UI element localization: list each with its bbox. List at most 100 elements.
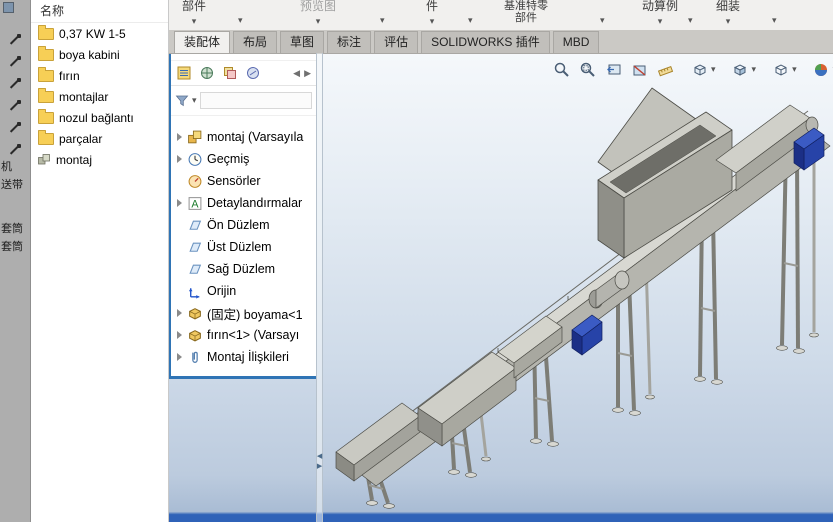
tree-item-annotations[interactable]: A Detaylandırmalar: [171, 192, 316, 214]
docked-tab-label[interactable]: 套筒: [1, 220, 29, 236]
pin-icon[interactable]: [8, 33, 21, 46]
plane-icon: [189, 264, 202, 274]
folder-icon: [38, 108, 54, 124]
tab-assembly[interactable]: 装配体: [174, 31, 231, 53]
file-browser-panel: 名称 0,37 KW 1-5 boya kabini fırın montajl…: [30, 0, 169, 522]
file-row[interactable]: 0,37 KW 1-5: [30, 23, 168, 44]
filter-input[interactable]: [199, 92, 312, 109]
tree-filter-row: ▾: [171, 86, 316, 116]
tab-mbd[interactable]: MBD: [552, 31, 600, 53]
dropdown-caret-icon[interactable]: ▾: [688, 15, 693, 26]
file-row[interactable]: montajlar: [30, 86, 168, 107]
configurationmanager-tab-icon[interactable]: [222, 65, 238, 81]
dropdown-caret-icon[interactable]: ▾: [238, 15, 243, 26]
zoom-to-fit-icon[interactable]: [552, 60, 571, 79]
tab-markup[interactable]: 标注: [327, 31, 372, 53]
dropdown-caret-icon[interactable]: ▾: [468, 15, 473, 26]
featuremanager-tab-strip: ◀ ▶: [171, 61, 316, 86]
file-label: boya kabini: [59, 47, 120, 62]
origin-icon: [188, 287, 200, 299]
filter-funnel-icon[interactable]: [175, 94, 189, 108]
ribbon-button-exploded-view[interactable]: 细装 ▾: [716, 0, 740, 28]
ribbon-button-mate[interactable]: 件 ▾: [426, 0, 438, 28]
dropdown-caret-icon[interactable]: ▾: [752, 64, 757, 75]
collapse-left-icon[interactable]: ◀: [317, 453, 322, 460]
tree-item-history[interactable]: Geçmiş: [171, 148, 316, 170]
docked-tab-label[interactable]: 送带: [1, 176, 29, 192]
section-view-icon[interactable]: [630, 60, 649, 79]
tree-item-sensors[interactable]: Sensörler: [171, 170, 316, 192]
tree-item-right-plane[interactable]: Sağ Düzlem: [171, 258, 316, 280]
file-label: 0,37 KW 1-5: [59, 26, 126, 41]
dropdown-caret-icon: ▾: [191, 16, 197, 26]
ribbon-button-insert-components[interactable]: 部件 ▾: [182, 0, 206, 28]
tab-scroll-left-icon[interactable]: ◀: [293, 68, 300, 79]
panel-splitter[interactable]: ◀ ▶: [316, 53, 323, 522]
pin-icon[interactable]: [8, 77, 21, 90]
tree-item-component-firin[interactable]: fırın<1> (Varsayı: [171, 324, 316, 346]
pin-icon[interactable]: [8, 143, 21, 156]
splitter-handle[interactable]: ◀ ▶: [317, 453, 322, 470]
dropdown-caret-icon[interactable]: ▾: [792, 64, 797, 75]
pin-icon[interactable]: [8, 55, 21, 68]
file-row[interactable]: parçalar: [30, 128, 168, 149]
featuremanager-header: [171, 53, 316, 61]
folder-icon: [38, 66, 54, 82]
commandmanager-tabs: 装配体 布局 草图 标注 评估 SOLIDWORKS 插件 MBD: [168, 30, 833, 54]
featuremanager-tab-icon[interactable]: [176, 65, 192, 81]
tab-layout[interactable]: 布局: [233, 31, 278, 53]
tree-item-front-plane[interactable]: Ön Düzlem: [171, 214, 316, 236]
pin-icon[interactable]: [8, 99, 21, 112]
file-row[interactable]: boya kabini: [30, 44, 168, 65]
plane-icon: [189, 220, 202, 230]
tab-scroll-right-icon[interactable]: ▶: [304, 68, 311, 79]
tab-sketch[interactable]: 草图: [280, 31, 325, 53]
file-row[interactable]: nozul bağlantı: [30, 107, 168, 128]
ribbon-button-reference-components[interactable]: 基准特零 部件: [504, 0, 548, 24]
expand-arrow-icon[interactable]: [175, 199, 187, 207]
dropdown-caret-icon[interactable]: ▾: [192, 95, 197, 106]
file-row[interactable]: fırın: [30, 65, 168, 86]
expand-arrow-icon[interactable]: [175, 133, 187, 141]
dropdown-caret-icon[interactable]: ▾: [380, 15, 385, 26]
plane-icon: [189, 242, 202, 252]
tree-item-top-plane[interactable]: Üst Düzlem: [171, 236, 316, 258]
dropdown-caret-icon[interactable]: ▾: [711, 64, 716, 75]
file-row[interactable]: montaj: [30, 149, 168, 170]
docked-tab-label[interactable]: 套筒: [1, 238, 29, 254]
pin-icon[interactable]: [8, 121, 21, 134]
display-style-icon[interactable]: [771, 60, 790, 79]
tab-evaluate[interactable]: 评估: [374, 31, 419, 53]
dropdown-caret-icon[interactable]: ▾: [600, 15, 605, 26]
toolbar-corner-icon[interactable]: [3, 2, 14, 13]
measure-icon[interactable]: [656, 60, 675, 79]
ribbon-button-motion-study[interactable]: 动算例 ▾: [642, 0, 678, 28]
docked-tab-label[interactable]: 机: [1, 158, 29, 174]
dimxpertmanager-tab-icon[interactable]: [245, 65, 261, 81]
edit-appearance-icon[interactable]: [812, 60, 831, 79]
expand-arrow-icon[interactable]: [175, 155, 187, 163]
tab-solidworks-addins[interactable]: SOLIDWORKS 插件: [421, 31, 550, 53]
zoom-to-area-icon[interactable]: [578, 60, 597, 79]
tree-item-assembly-root[interactable]: montaj (Varsayıla: [171, 126, 316, 148]
dropdown-caret-icon[interactable]: ▾: [772, 15, 777, 26]
file-label: nozul bağlantı: [59, 110, 134, 125]
expand-arrow-icon[interactable]: [175, 331, 187, 339]
tree-item-component-boyama[interactable]: (固定) boyama<1: [171, 302, 316, 324]
expand-arrow-icon[interactable]: [175, 353, 187, 361]
dropdown-caret-icon: ▾: [657, 16, 663, 26]
expand-arrow-icon[interactable]: [175, 309, 187, 317]
scene-icon[interactable]: [690, 60, 709, 79]
file-column-header[interactable]: 名称: [30, 0, 168, 23]
tree-item-mates[interactable]: Montaj İlişkileri: [171, 346, 316, 368]
file-label: montajlar: [59, 89, 109, 104]
propertymanager-tab-icon[interactable]: [199, 65, 215, 81]
previous-view-icon[interactable]: [604, 60, 623, 79]
docked-panels-strip: 机 送带 套筒 套筒: [0, 0, 31, 522]
featuremanager-panel: ◀ ▶ ▾ montaj (Varsayıla Geçmiş Sensörler…: [168, 53, 316, 379]
tree-item-origin[interactable]: Orijin: [171, 280, 316, 302]
view-orientation-icon[interactable]: [731, 60, 750, 79]
folder-icon: [38, 87, 54, 103]
collapse-right-icon[interactable]: ▶: [317, 463, 322, 470]
heads-up-toolbar: ▾ ▾ ▾ ▾: [552, 60, 833, 79]
